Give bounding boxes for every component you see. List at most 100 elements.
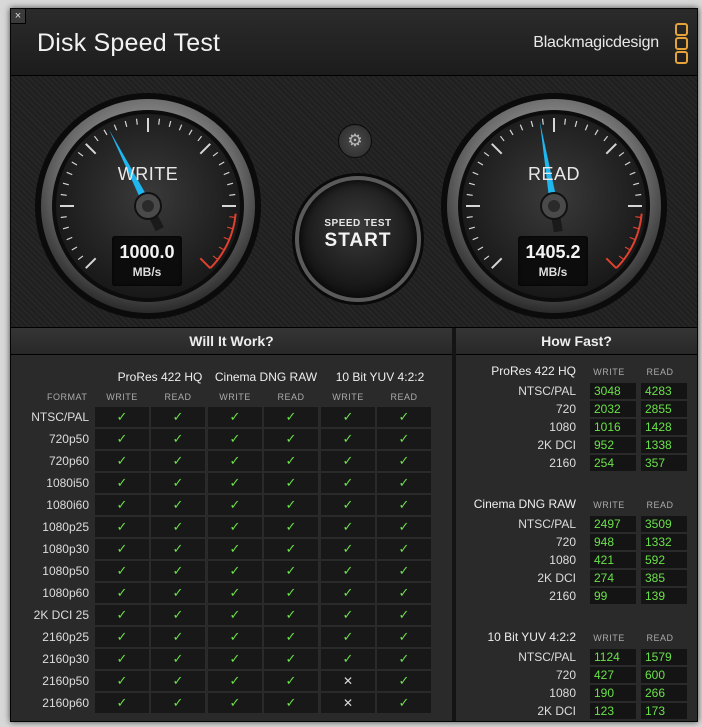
check-icon: ✓ <box>321 605 375 625</box>
write-speed-cell: 948 <box>590 534 636 550</box>
write-gauge-label: WRITE <box>117 164 179 184</box>
format-name: 2K DCI 25 <box>33 608 89 622</box>
check-icon: ✓ <box>208 671 262 691</box>
check-icon: ✓ <box>264 473 318 493</box>
how-fast-row: NTSC/PAL 2497 3509 <box>456 515 697 533</box>
gauge-tick <box>60 193 67 196</box>
format-row: 720p50 ✓ ✓ ✓ ✓ ✓ ✓ <box>11 428 452 450</box>
check-icon: ✓ <box>321 517 375 537</box>
format-row: 2160p30 ✓ ✓ ✓ ✓ ✓ ✓ <box>11 648 452 670</box>
read-speed-cell: 62 <box>641 721 687 722</box>
check-icon: ✓ <box>151 451 205 471</box>
how-fast-row: NTSC/PAL 3048 4283 <box>456 382 697 400</box>
check-icon: ✓ <box>151 671 205 691</box>
check-icon: ✓ <box>377 473 431 493</box>
check-icon: ✓ <box>151 561 205 581</box>
write-speed-unit: MB/s <box>132 265 162 279</box>
gauge-hub-cap <box>548 200 560 212</box>
check-icon: ✓ <box>377 429 431 449</box>
check-icon: ✓ <box>321 495 375 515</box>
read-gauge: READ 1405.2 MB/s <box>439 91 669 321</box>
read-speed-cell: 139 <box>641 588 687 604</box>
check-icon: ✓ <box>208 473 262 493</box>
write-speed-cell: 2032 <box>590 401 636 417</box>
format-row: 1080p50 ✓ ✓ ✓ ✓ ✓ ✓ <box>11 560 452 582</box>
check-icon: ✓ <box>208 429 262 449</box>
start-button[interactable]: SPEED TEST START <box>295 176 421 302</box>
gauge-area: WRITE 1000.0 MB/s ⚙ SPEED TEST START REA… <box>11 76 697 327</box>
how-fast-row: 1080 421 592 <box>456 551 697 569</box>
check-icon: ✓ <box>321 407 375 427</box>
check-icon: ✓ <box>321 649 375 669</box>
write-col-header: WRITE <box>219 392 251 402</box>
check-icon: ✓ <box>95 407 149 427</box>
read-col-header: READ <box>277 392 305 402</box>
check-icon: ✓ <box>321 539 375 559</box>
write-gauge-dial <box>35 93 261 319</box>
format-name: 2160p25 <box>42 630 89 644</box>
check-icon: ✓ <box>377 671 431 691</box>
read-gauge-dial <box>441 93 667 319</box>
check-icon: ✓ <box>151 429 205 449</box>
write-speed-cell: 2497 <box>590 516 636 532</box>
check-icon: ✓ <box>264 495 318 515</box>
check-icon: ✓ <box>95 473 149 493</box>
write-speed-cell: 44 <box>590 721 636 722</box>
read-speed-cell: 1579 <box>641 649 687 665</box>
read-speed-cell: 385 <box>641 570 687 586</box>
how-fast-format-name: 2160 <box>549 456 576 470</box>
close-button[interactable]: × <box>11 9 26 24</box>
settings-button[interactable]: ⚙ <box>338 124 372 158</box>
format-row: 2K DCI 25 ✓ ✓ ✓ ✓ ✓ ✓ <box>11 604 452 626</box>
check-icon: ✓ <box>264 517 318 537</box>
check-icon: ✓ <box>208 583 262 603</box>
format-row: 2160p25 ✓ ✓ ✓ ✓ ✓ ✓ <box>11 626 452 648</box>
check-icon: ✓ <box>95 517 149 537</box>
how-fast-format-name: NTSC/PAL <box>518 517 576 531</box>
gauge-tick <box>60 216 67 219</box>
how-fast-format-name: 720 <box>555 668 576 682</box>
check-icon: ✓ <box>264 605 318 625</box>
gauge-tick <box>466 216 473 219</box>
how-fast-row: 720 427 600 <box>456 666 697 684</box>
how-fast-read-header: READ <box>646 500 674 510</box>
read-speed-unit: MB/s <box>538 265 568 279</box>
check-icon: ✓ <box>151 627 205 647</box>
check-icon: ✓ <box>264 693 318 713</box>
format-name: 720p50 <box>48 432 89 446</box>
check-icon: ✓ <box>377 649 431 669</box>
write-gauge: WRITE 1000.0 MB/s <box>33 91 263 321</box>
write-speed-cell: 3048 <box>590 383 636 399</box>
read-speed-cell: 1332 <box>641 534 687 550</box>
check-icon: ✓ <box>95 539 149 559</box>
check-icon: ✓ <box>208 605 262 625</box>
check-icon: ✓ <box>321 583 375 603</box>
check-icon: ✓ <box>264 451 318 471</box>
how-fast-codec-title: ProRes 422 HQ <box>491 364 576 378</box>
check-icon: ✓ <box>151 495 205 515</box>
gauge-tick <box>158 118 161 125</box>
format-row: NTSC/PAL ✓ ✓ ✓ ✓ ✓ ✓ <box>11 406 452 428</box>
format-name: 1080p50 <box>42 564 89 578</box>
read-speed-cell: 357 <box>641 455 687 471</box>
how-fast-row: 2160 44 62 <box>456 720 697 722</box>
check-icon: ✓ <box>377 605 431 625</box>
check-icon: ✓ <box>151 693 205 713</box>
check-icon: ✓ <box>377 627 431 647</box>
write-speed-value: 1000.0 <box>119 242 175 262</box>
check-icon: ✓ <box>264 583 318 603</box>
gauge-tick <box>564 118 567 125</box>
check-icon: ✓ <box>95 649 149 669</box>
check-icon: ✓ <box>377 561 431 581</box>
check-icon: ✓ <box>264 627 318 647</box>
check-icon: ✓ <box>151 473 205 493</box>
how-fast-row: 2160 99 139 <box>456 587 697 605</box>
check-icon: ✓ <box>208 517 262 537</box>
check-icon: ✓ <box>377 539 431 559</box>
how-fast-format-name: 1080 <box>549 420 576 434</box>
check-icon: ✓ <box>321 451 375 471</box>
write-speed-cell: 99 <box>590 588 636 604</box>
read-speed-cell: 4283 <box>641 383 687 399</box>
check-icon: ✓ <box>208 627 262 647</box>
gauge-tick <box>635 193 642 196</box>
